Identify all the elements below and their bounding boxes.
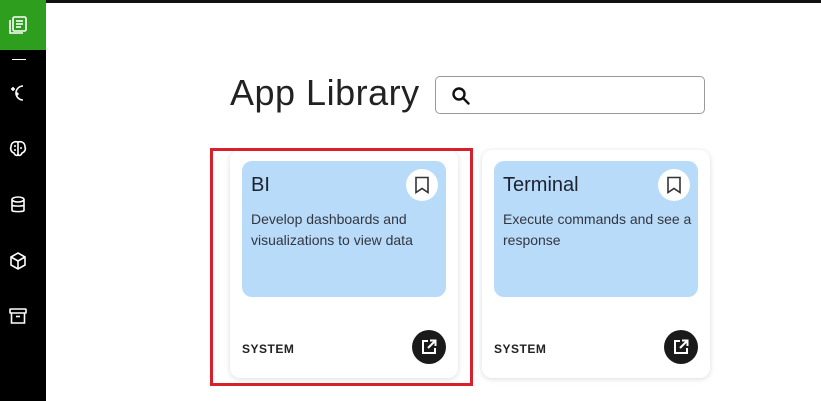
card-tag: SYSTEM (494, 342, 547, 356)
app-card-terminal[interactable]: Terminal Execute commands and see a resp… (482, 150, 710, 378)
sidebar-divider (12, 59, 26, 60)
library-icon (8, 15, 28, 35)
database-icon[interactable] (8, 195, 28, 215)
brain-icon[interactable] (8, 139, 28, 159)
bookmark-button[interactable] (658, 169, 690, 201)
top-border (0, 0, 821, 3)
sparkle-moon-icon[interactable] (8, 83, 28, 103)
sidebar (0, 0, 46, 401)
archive-icon[interactable] (8, 306, 28, 326)
cube-icon[interactable] (8, 251, 28, 271)
card-title: Terminal (503, 174, 579, 196)
bookmark-icon (667, 176, 681, 194)
page-title: App Library (230, 72, 420, 113)
card-description: Execute commands and see a response (503, 211, 692, 248)
highlight-box (210, 148, 473, 386)
open-external-icon (674, 339, 689, 354)
open-app-button[interactable] (664, 330, 698, 364)
card-header: Terminal Execute commands and see a resp… (494, 161, 698, 297)
search-box[interactable] (435, 76, 705, 114)
search-icon (452, 87, 470, 105)
sidebar-item-library[interactable] (0, 0, 46, 50)
search-input[interactable] (480, 83, 699, 109)
